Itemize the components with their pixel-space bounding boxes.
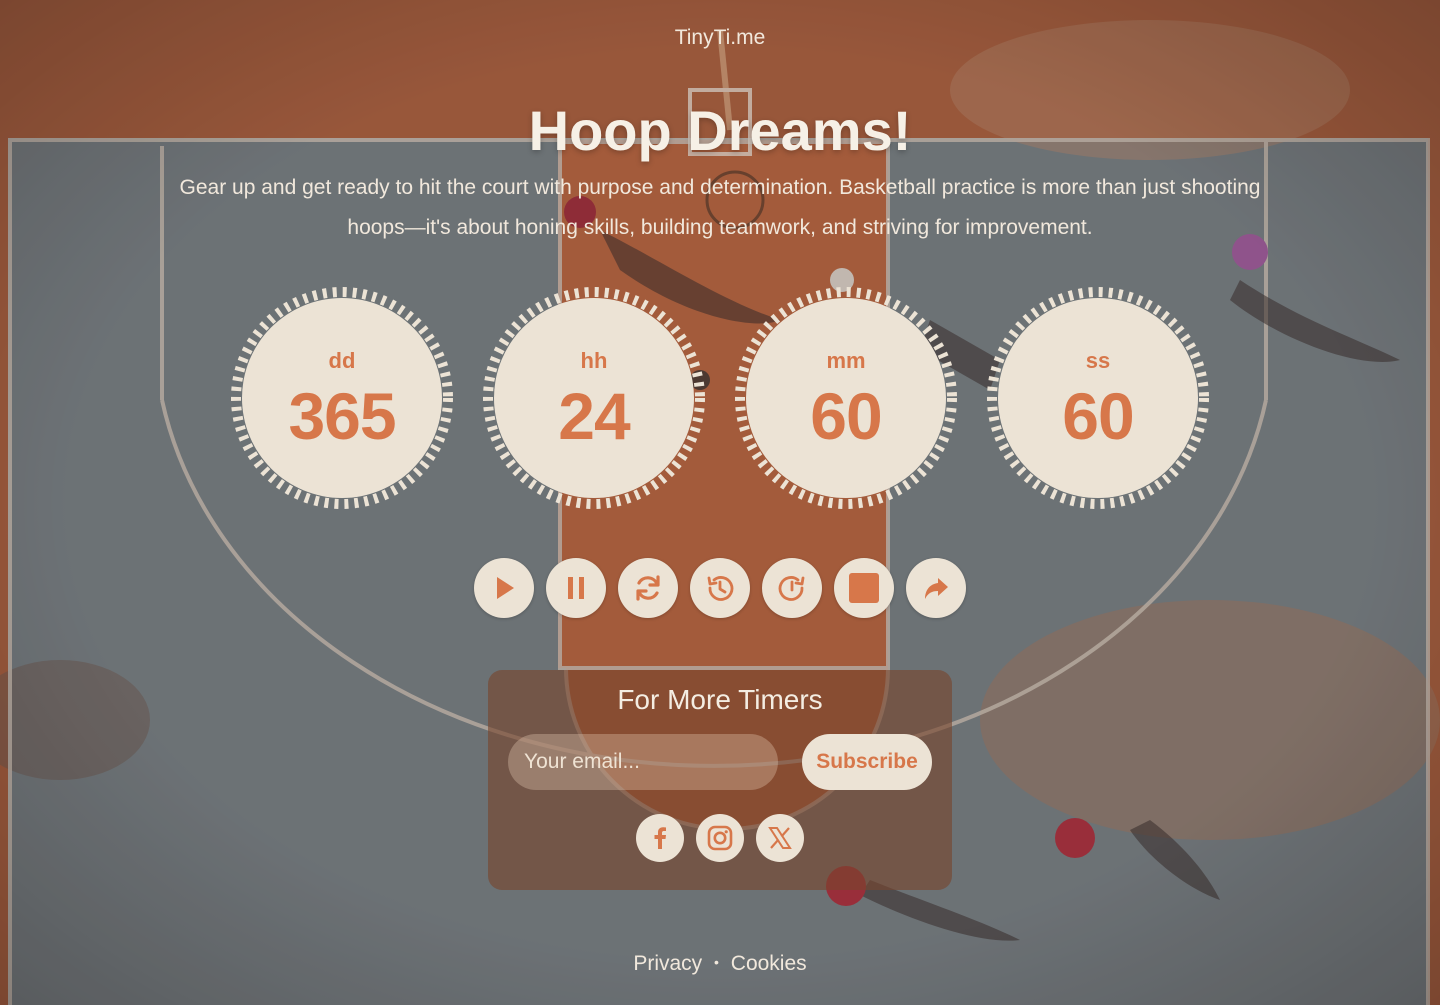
dial-label: hh bbox=[580, 348, 608, 373]
brand-logo[interactable]: TinyTi.me bbox=[0, 26, 1440, 50]
footer: Privacy • Cookies bbox=[0, 952, 1440, 976]
dial-value: 60 bbox=[810, 379, 882, 453]
timer-controls bbox=[474, 558, 966, 618]
play-icon bbox=[497, 577, 514, 599]
history-forward-icon bbox=[778, 576, 805, 601]
subscribe-title: For More Timers bbox=[617, 684, 823, 715]
countdown-minutes: mm 60 bbox=[734, 286, 958, 510]
forward-button[interactable] bbox=[762, 558, 822, 618]
play-button[interactable] bbox=[474, 558, 534, 618]
stop-icon bbox=[849, 573, 879, 603]
cookies-link[interactable]: Cookies bbox=[731, 952, 807, 975]
share-button[interactable] bbox=[906, 558, 966, 618]
dial-label: dd bbox=[328, 348, 356, 373]
instagram-icon bbox=[707, 825, 733, 851]
facebook-icon bbox=[654, 827, 666, 849]
pause-icon bbox=[568, 577, 584, 599]
subscribe-button[interactable]: Subscribe bbox=[802, 734, 932, 790]
dial-label: mm bbox=[826, 348, 866, 373]
subscribe-card: For More Timers Subscribe bbox=[488, 670, 952, 890]
dial-value: 60 bbox=[1062, 379, 1134, 453]
x-twitter-icon bbox=[768, 827, 792, 849]
countdown-seconds: ss 60 bbox=[986, 286, 1210, 510]
rewind-button[interactable] bbox=[690, 558, 750, 618]
pause-button[interactable] bbox=[546, 558, 606, 618]
countdown-days: dd 365 bbox=[230, 286, 454, 510]
dial-value: 365 bbox=[288, 379, 396, 453]
dial-label: ss bbox=[1085, 348, 1111, 373]
page-title: Hoop Dreams! bbox=[528, 99, 912, 162]
x-link[interactable] bbox=[756, 814, 804, 862]
share-icon bbox=[925, 578, 948, 599]
privacy-link[interactable]: Privacy bbox=[633, 952, 702, 975]
countdown-hours: hh 24 bbox=[482, 286, 706, 510]
dial-value: 24 bbox=[558, 379, 630, 453]
footer-separator: • bbox=[714, 954, 719, 970]
stop-button[interactable] bbox=[834, 558, 894, 618]
email-field[interactable] bbox=[508, 734, 778, 790]
instagram-link[interactable] bbox=[696, 814, 744, 862]
facebook-link[interactable] bbox=[636, 814, 684, 862]
page-description: Gear up and get ready to hit the court w… bbox=[179, 176, 1261, 239]
history-back-icon bbox=[707, 576, 734, 601]
restart-button[interactable] bbox=[618, 558, 678, 618]
refresh-icon bbox=[636, 575, 660, 601]
